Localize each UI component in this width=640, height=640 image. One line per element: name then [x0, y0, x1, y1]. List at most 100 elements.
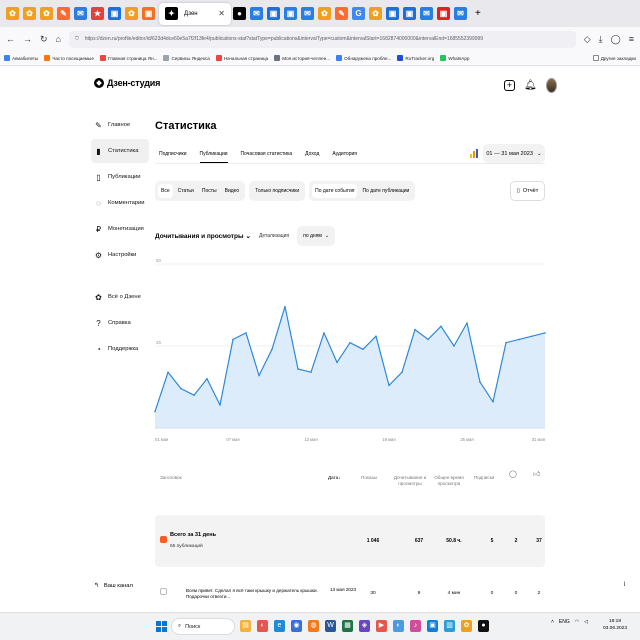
bookmark-item[interactable]: Сервисы Яндекса: [163, 55, 210, 61]
detail-selector[interactable]: по дням ⌄: [297, 226, 336, 246]
sidebar-item[interactable]: ✿ Всё о Дзене: [91, 285, 149, 309]
tab-favicon-icon[interactable]: ✉: [250, 7, 263, 20]
table-row[interactable]: Всем привет. Сделал я всё таки крышку и …: [155, 580, 545, 610]
bookmark-item[interactable]: Моя история-челлен...: [274, 55, 330, 61]
taskbar-app-icon[interactable]: ◉: [291, 620, 302, 632]
clock[interactable]: 18:18 03.06.2023: [603, 618, 627, 632]
windows-start-icon[interactable]: [156, 621, 167, 632]
metric-selector[interactable]: Дочитывания и просмотры ⌄: [155, 232, 251, 241]
col-watch-time[interactable]: Общее время просмотра: [432, 475, 466, 487]
sidebar-item[interactable]: ₽ Монетизация: [91, 217, 149, 241]
tab-favicon-icon[interactable]: ✿: [40, 7, 53, 20]
taskbar-app-icon[interactable]: W: [325, 620, 336, 632]
stats-tab[interactable]: Подписчики: [159, 151, 187, 163]
tab-favicon-icon[interactable]: G: [352, 7, 365, 20]
taskbar-app-icon[interactable]: ◐: [393, 620, 404, 632]
sidebar-item[interactable]: ▯ Публикации: [91, 165, 149, 189]
date-filter[interactable]: По дате публикации: [359, 184, 412, 198]
col-subscriptions[interactable]: Подписки: [470, 475, 498, 480]
tab-favicon-icon[interactable]: ▣: [108, 7, 121, 20]
bookmark-item[interactable]: Главная страница Ян...: [99, 55, 157, 61]
bookmark-other[interactable]: Другие закладки: [592, 55, 636, 61]
bookmark-item[interactable]: Авиабилеты: [4, 55, 38, 61]
stats-tab[interactable]: Доход: [305, 151, 319, 163]
col-title[interactable]: Заголовок: [160, 475, 182, 480]
like-icon[interactable]: 👍︎: [533, 469, 540, 478]
tab-favicon-icon[interactable]: ★: [91, 7, 104, 20]
home-icon[interactable]: ⌂: [56, 34, 61, 44]
col-impressions[interactable]: Показы: [355, 475, 383, 480]
forward-icon[interactable]: →: [23, 34, 32, 44]
sidebar-item[interactable]: ⚙ Настройки: [91, 243, 149, 267]
taskbar-app-icon[interactable]: ♪: [410, 620, 421, 632]
stats-tab[interactable]: Публикации: [199, 151, 228, 163]
date-range-picker[interactable]: 01 — 31 мая 2023 ⌄: [483, 144, 545, 163]
language-indicator[interactable]: ENG: [559, 619, 570, 625]
tab-favicon-icon[interactable]: ✎: [57, 7, 70, 20]
sidebar-item[interactable]: ? Справка: [91, 311, 149, 335]
tab-favicon-icon[interactable]: ▣: [284, 7, 297, 20]
tab-favicon-icon[interactable]: ✎: [335, 7, 348, 20]
stats-tab[interactable]: Аудитория: [332, 151, 357, 163]
total-checkbox[interactable]: [160, 536, 167, 543]
tab-favicon-icon[interactable]: ▣: [267, 7, 280, 20]
taskbar-app-icon[interactable]: ▥: [444, 620, 455, 632]
avatar[interactable]: [545, 78, 557, 93]
bookmark-item[interactable]: Обнаружена пробле...: [336, 55, 391, 61]
volume-icon[interactable]: ◁: [584, 619, 588, 625]
sidebar-item[interactable]: ✎ Главное: [91, 113, 149, 137]
pocket-icon[interactable]: ◇: [584, 34, 591, 45]
row-title[interactable]: Всем привет. Сделал я всё таки крышку и …: [186, 588, 326, 600]
sidebar-item[interactable]: ◌ Комментарии: [91, 191, 149, 215]
taskbar-app-icon[interactable]: ▶: [376, 620, 387, 632]
bookmark-item[interactable]: Начальная страница: [215, 55, 268, 61]
studio-logo[interactable]: Дзен-студия: [94, 78, 160, 88]
taskbar-app-icon[interactable]: ●: [478, 620, 489, 632]
tab-active[interactable]: ✦ Дзен ✕: [159, 2, 231, 25]
your-channel-link[interactable]: ↰ Ваш канал: [94, 583, 133, 589]
tab-favicon-icon[interactable]: ▣: [437, 7, 450, 20]
type-filter[interactable]: Статьи: [175, 184, 197, 198]
type-filter[interactable]: Видео: [222, 184, 243, 198]
address-bar[interactable]: ⛉ https://dzen.ru/profile/editor/id/623d…: [68, 30, 576, 48]
menu-icon[interactable]: ≡: [629, 34, 634, 44]
stats-tab[interactable]: Почасовая статистика: [241, 151, 293, 163]
tab-favicon-icon[interactable]: ✿: [23, 7, 36, 20]
taskbar-app-icon[interactable]: ▦: [342, 620, 353, 632]
sidebar-item[interactable]: ◔ Поддержка: [91, 337, 149, 361]
subscribers-only-toggle[interactable]: Только подписчики: [249, 181, 306, 201]
taskbar-search[interactable]: ⌕ Поиск: [171, 618, 235, 635]
taskbar-app-icon[interactable]: ◍: [308, 620, 319, 632]
taskbar-app-icon[interactable]: e: [274, 620, 285, 632]
tab-favicon-icon[interactable]: ▣: [386, 7, 399, 20]
tab-favicon-icon[interactable]: ▣: [403, 7, 416, 20]
type-filter[interactable]: Все: [158, 184, 173, 198]
bell-icon[interactable]: 🔔︎: [524, 80, 537, 91]
bookmark-item[interactable]: RuTracker.org: [397, 55, 434, 61]
taskbar-app-icon[interactable]: ▣: [427, 620, 438, 632]
account-icon[interactable]: ◯: [611, 34, 621, 45]
tab-favicon-icon[interactable]: ✉: [454, 7, 467, 20]
row-checkbox[interactable]: [160, 588, 167, 595]
col-reads-views[interactable]: Дочитывания и просмотры: [393, 475, 427, 487]
taskbar-app-icon[interactable]: ✿: [461, 620, 472, 632]
date-filter[interactable]: По дате события: [312, 184, 358, 198]
comment-icon[interactable]: ◯: [509, 470, 517, 478]
taskbar-app-icon[interactable]: ▤: [240, 620, 251, 632]
tab-favicon-icon[interactable]: ✿: [318, 7, 331, 20]
reload-icon[interactable]: ↻: [40, 34, 48, 45]
tab-favicon-icon[interactable]: ✉: [74, 7, 87, 20]
sidebar-item[interactable]: ▮ Статистика: [91, 139, 149, 163]
tab-favicon-icon[interactable]: ✿: [369, 7, 382, 20]
bar-chart-icon[interactable]: [470, 149, 478, 158]
download-icon[interactable]: ⤓: [599, 34, 603, 45]
tab-favicon-icon[interactable]: ●: [233, 7, 246, 20]
taskbar-app-icon[interactable]: ◐: [257, 620, 268, 632]
create-button[interactable]: +: [504, 80, 515, 91]
report-button[interactable]: ▯ Отчёт: [510, 181, 545, 201]
type-filter[interactable]: Посты: [199, 184, 220, 198]
chevron-up-icon[interactable]: ˄: [551, 619, 554, 625]
col-date[interactable]: Дата↓: [328, 475, 340, 480]
tab-favicon-icon[interactable]: ✿: [6, 7, 19, 20]
bookmark-item[interactable]: WhatsApp: [440, 55, 469, 61]
